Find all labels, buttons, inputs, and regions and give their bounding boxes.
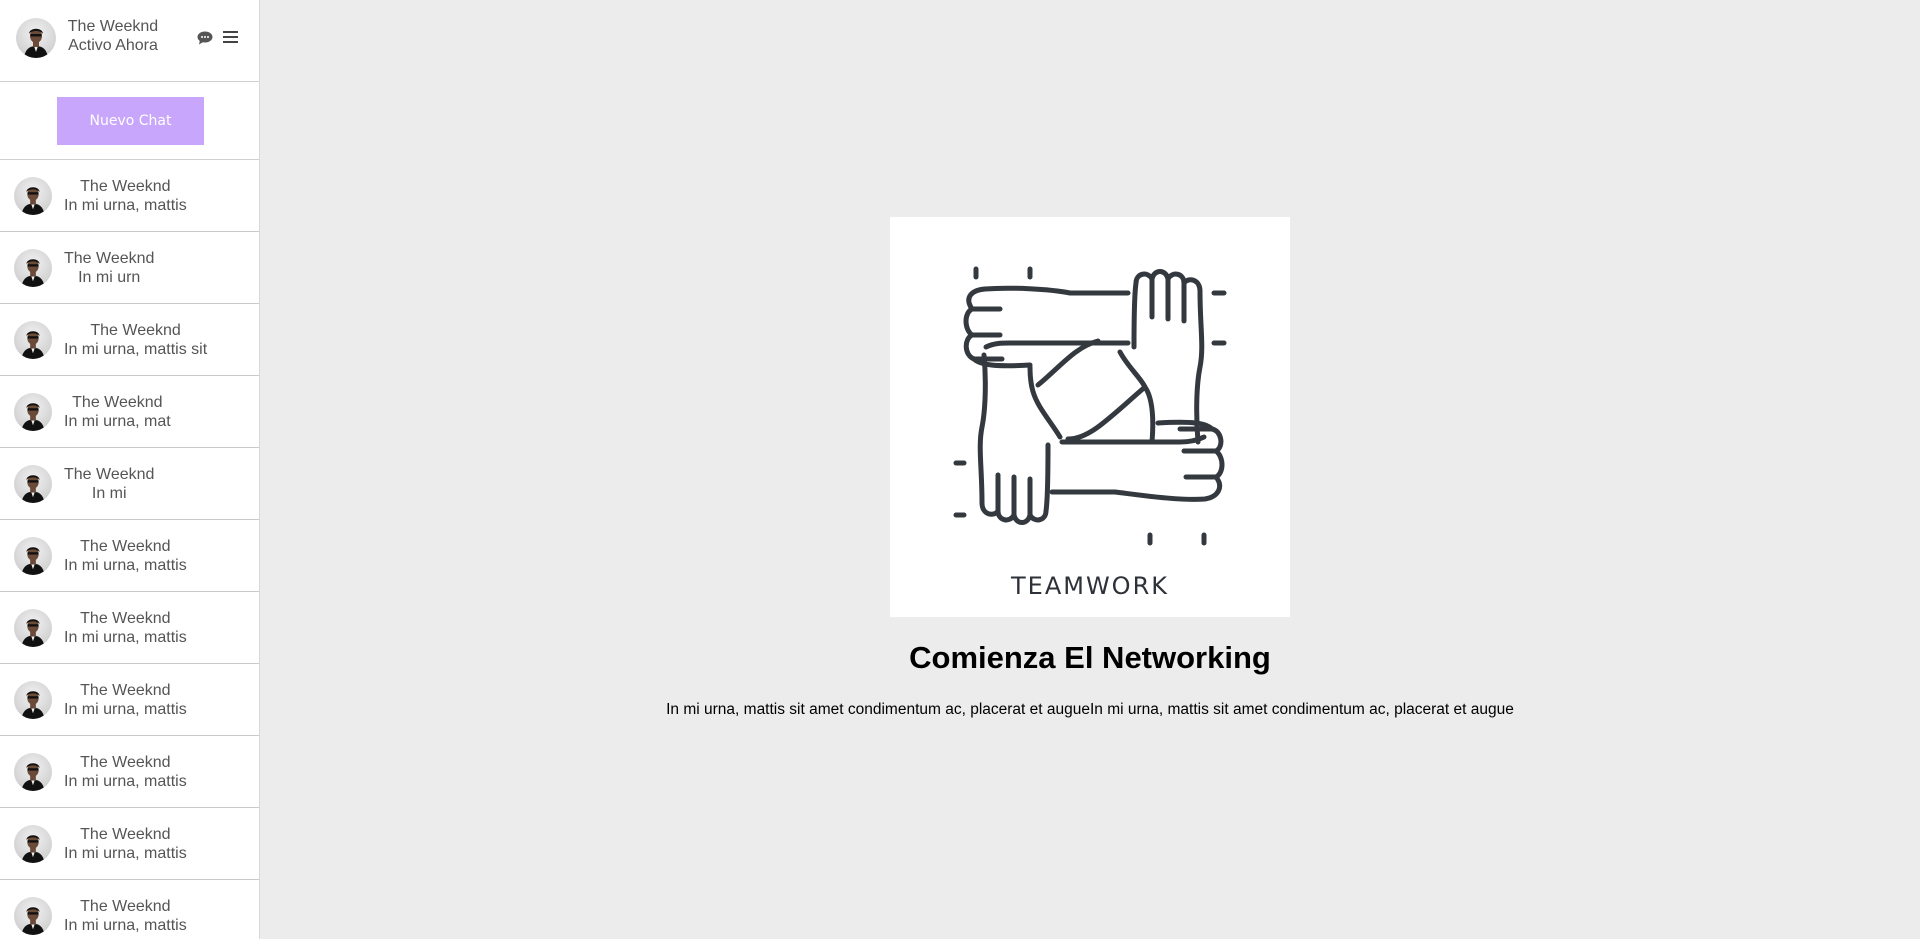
chat-preview: In mi urna, mattis sit (64, 341, 208, 358)
avatar-portrait (21, 475, 45, 503)
chat-preview: In mi urna, mattis (64, 557, 187, 574)
chat-text: The Weeknd In mi urna, mattis (64, 681, 187, 719)
avatar-portrait (21, 187, 45, 215)
chat-preview: In mi urna, mat (64, 413, 171, 430)
chat-contact-name: The Weeknd (64, 250, 155, 267)
avatar-portrait (21, 619, 45, 647)
avatar (14, 753, 52, 791)
chat-list-item[interactable]: The Weeknd In mi urna, mattis (0, 160, 259, 232)
chat-contact-name: The Weeknd (80, 538, 171, 555)
chat-list-item[interactable]: The Weeknd In mi urna, mattis (0, 592, 259, 664)
avatar (14, 537, 52, 575)
avatar (14, 393, 52, 431)
page-title: Comienza El Networking (909, 640, 1271, 675)
new-chat-button[interactable]: Nuevo Chat (57, 97, 204, 145)
chat-bubble-icon[interactable] (197, 31, 213, 45)
avatar (14, 249, 52, 287)
chat-list-item[interactable]: The Weeknd In mi urna, mat (0, 376, 259, 448)
avatar (14, 609, 52, 647)
chat-text: The Weeknd In mi urna, mattis (64, 897, 187, 935)
illustration-caption: TEAMWORK (1011, 572, 1169, 600)
avatar-portrait (21, 403, 45, 431)
chat-contact-name: The Weeknd (80, 682, 171, 699)
avatar-portrait (21, 763, 45, 791)
chat-contact-name: The Weeknd (80, 826, 171, 843)
chat-list-item[interactable]: The Weeknd In mi urna, mattis sit (0, 304, 259, 376)
chat-contact-name: The Weeknd (72, 394, 163, 411)
chat-text: The Weeknd In mi urna, mattis sit (64, 321, 207, 359)
current-user-info: The Weeknd Activo Ahora (64, 17, 162, 55)
chat-list-item[interactable]: The Weeknd In mi urna, mattis (0, 520, 259, 592)
avatar[interactable] (16, 18, 56, 58)
chat-preview: In mi urn (78, 269, 141, 286)
chat-list-item[interactable]: The Weeknd In mi urn (0, 232, 259, 304)
current-user-name: The Weeknd (67, 18, 159, 35)
chat-contact-name: The Weeknd (80, 178, 171, 195)
chat-list-item[interactable]: The Weeknd In mi (0, 448, 259, 520)
chat-preview: In mi urna, mattis (64, 917, 187, 934)
avatar-portrait (21, 331, 45, 359)
chat-contact-name: The Weeknd (80, 754, 171, 771)
chat-contact-name: The Weeknd (90, 322, 181, 339)
hamburger-menu-icon[interactable] (223, 31, 238, 45)
new-chat-section: Nuevo Chat (0, 82, 259, 160)
chat-contact-name: The Weeknd (80, 610, 171, 627)
chat-preview: In mi urna, mattis (64, 773, 187, 790)
chat-contact-name: The Weeknd (64, 466, 155, 483)
chat-text: The Weeknd In mi urna, mattis (64, 825, 187, 863)
avatar-portrait (21, 547, 45, 575)
main-content: TEAMWORK Comienza El Networking In mi ur… (260, 0, 1920, 939)
avatar-portrait (21, 907, 45, 935)
avatar (14, 465, 52, 503)
chat-preview: In mi (91, 485, 127, 502)
avatar-portrait (21, 835, 45, 863)
chat-contact-name: The Weeknd (80, 898, 171, 915)
chat-text: The Weeknd In mi urna, mattis (64, 537, 187, 575)
chat-text: The Weeknd In mi urna, mattis (64, 177, 187, 215)
chat-list: The Weeknd In mi urna, mattis The Weeknd In… (0, 160, 259, 939)
avatar (14, 897, 52, 935)
avatar (14, 825, 52, 863)
avatar (14, 177, 52, 215)
sidebar-header: The Weeknd Activo Ahora (0, 0, 259, 82)
teamwork-illustration: TEAMWORK (890, 217, 1290, 617)
chat-list-item[interactable]: The Weeknd In mi urna, mattis (0, 736, 259, 808)
current-user-status: Activo Ahora (68, 37, 158, 54)
app-window: The Weeknd Activo Ahora Nuevo Chat The W… (0, 0, 1920, 939)
avatar-portrait (21, 691, 45, 719)
chat-list-item[interactable]: The Weeknd In mi urna, mattis (0, 664, 259, 736)
chat-text: The Weeknd In mi urna, mat (64, 393, 171, 431)
avatar (14, 321, 52, 359)
chat-text: The Weeknd In mi urn (64, 249, 154, 287)
chat-text: The Weeknd In mi (64, 465, 154, 503)
avatar-portrait (24, 28, 48, 58)
chat-text: The Weeknd In mi urna, mattis (64, 609, 187, 647)
sidebar: The Weeknd Activo Ahora Nuevo Chat The W… (0, 0, 260, 939)
chat-list-item[interactable]: The Weeknd In mi urna, mattis (0, 808, 259, 880)
teamwork-hands-icon (953, 266, 1227, 546)
avatar-portrait (21, 259, 45, 287)
avatar (14, 681, 52, 719)
chat-text: The Weeknd In mi urna, mattis (64, 753, 187, 791)
chat-preview: In mi urna, mattis (64, 845, 187, 862)
chat-list-item[interactable]: The Weeknd In mi urna, mattis (0, 880, 259, 939)
page-subtitle: In mi urna, mattis sit amet condimentum … (666, 701, 1514, 718)
chat-preview: In mi urna, mattis (64, 629, 187, 646)
chat-preview: In mi urna, mattis (64, 701, 187, 718)
chat-preview: In mi urna, mattis (64, 197, 187, 214)
